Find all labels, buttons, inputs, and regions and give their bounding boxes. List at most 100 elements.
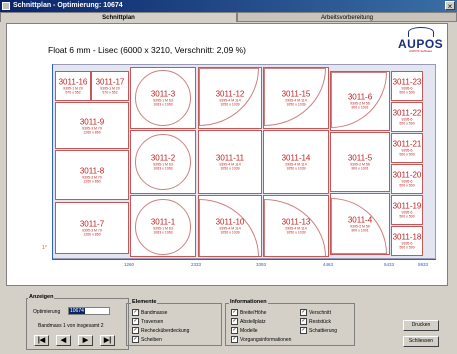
check-icon: ✓ (132, 318, 139, 325)
piece-dim: 1050 x 1039 (220, 166, 240, 171)
piece-id: 3011-6 (347, 92, 373, 102)
x-tick: 2333 (191, 262, 202, 267)
check-icon: ✓ (231, 336, 238, 343)
piece-3011-9[interactable]: 3011-9 9395-3 M 79 1260 x 860 (55, 102, 129, 149)
close-icon[interactable]: × (445, 1, 455, 11)
piece-3011-18[interactable]: 3011-18 9395-6 500 x 500 (391, 226, 423, 256)
piece-id: 3011-2 (150, 153, 176, 163)
checkbox-label: Rechecküberdeckung (141, 327, 190, 334)
print-button[interactable]: Drucken (403, 320, 439, 331)
piece-3011-17[interactable]: 3011-17 9395-1 M 20 570 x 552 (91, 71, 129, 101)
checkbox-breite-hoehe[interactable]: ✓ Breite/Höhe (231, 309, 266, 316)
piece-3011-12[interactable]: 3011-12 9395-4 M 114 1050 x 1039 (198, 67, 262, 129)
x-tick: 3393 (256, 262, 267, 267)
piece-id: 3011-4 (347, 215, 373, 225)
piece-id: 3011-13 (281, 217, 311, 227)
nav-next-button[interactable]: ▶ (78, 335, 93, 346)
checkbox-reststueck[interactable]: ✓ Reststück (300, 318, 331, 325)
piece-dim: 500 x 500 (399, 152, 415, 157)
piece-id: 3011-1 (150, 217, 176, 227)
piece-3011-15[interactable]: 3011-15 9395-4 M 114 1050 x 1039 (263, 67, 329, 129)
piece-3011-2[interactable]: 3011-2 9395-1 M 63 1063 x 1063 (130, 130, 196, 194)
close-button[interactable]: Schliessen (403, 336, 439, 347)
piece-dim: 500 x 500 (399, 245, 415, 250)
piece-3011-19[interactable]: 3011-19 9395-6 500 x 500 (391, 195, 423, 225)
nav-last-button[interactable]: ▶| (100, 335, 115, 346)
piece-3011-23[interactable]: 3011-23 9395-6 500 x 500 (391, 71, 423, 101)
piece-dim: 1063 x 1063 (153, 230, 173, 235)
anzeigen-label: Anzeigen (28, 294, 55, 300)
piece-dim: 570 x 552 (102, 90, 118, 95)
piece-3011-22[interactable]: 3011-22 9395-6 500 x 500 (391, 102, 423, 132)
piece-id: 3011-19 (392, 201, 422, 211)
nav-first-button[interactable]: |◀ (34, 335, 49, 346)
piece-3011-20[interactable]: 3011-20 9395-6 500 x 500 (391, 164, 423, 194)
nav-prev-button[interactable]: ◀ (56, 335, 71, 346)
window-title: Schnittplan - Optimierung: 10674 (13, 2, 123, 9)
logo-arc (408, 27, 434, 37)
checkbox-label: Scheiben (141, 336, 162, 343)
angle-marker: 1° (42, 245, 47, 251)
check-icon: ✓ (300, 318, 307, 325)
check-icon: ✓ (300, 309, 307, 316)
piece-id: 3011-11 (215, 153, 245, 163)
tab-arbeitsvorbereitung[interactable]: Arbeitsvorbereitung (237, 12, 457, 22)
x-tick: 4463 (323, 262, 334, 267)
checkbox-label: Breite/Höhe (240, 309, 267, 316)
elemente-label: Elemente (131, 299, 158, 305)
x-tick: 5433 (384, 262, 395, 267)
piece-3011-4[interactable]: 3011-4 9395-2 M 56 900 x 1001 (330, 193, 390, 255)
piece-3011-13[interactable]: 3011-13 9395-4 M 114 1050 x 1039 (263, 195, 329, 257)
piece-3011-7[interactable]: 3011-7 9395-3 M 79 1260 x 860 (55, 202, 129, 254)
piece-3011-16[interactable]: 3011-16 9395-1 M 20 570 x 552 (55, 71, 91, 101)
check-icon: ✓ (300, 327, 307, 334)
checkbox-vorgangsinformationen[interactable]: ✓ Vorgangsinformationen (231, 336, 291, 343)
y-axis-line (52, 64, 53, 260)
checkbox-abstellplatz[interactable]: ✓ Abstellplatz (231, 318, 266, 325)
x-tick: 5933 (418, 262, 429, 267)
checkbox-rechteck[interactable]: ✓ Rechecküberdeckung (132, 327, 189, 334)
piece-dim: 500 x 500 (399, 214, 415, 219)
piece-dim: 900 x 1001 (351, 105, 369, 110)
checkbox-label: Vorgangsinformationen (240, 336, 292, 343)
piece-3011-8[interactable]: 3011-8 9395-3 M 79 1260 x 860 (55, 150, 129, 200)
piece-id: 3011-16 (58, 77, 88, 87)
checkbox-scheiben[interactable]: ✓ Scheiben (132, 336, 162, 343)
informationen-label: Informationen (229, 299, 268, 305)
plan-title: Float 6 mm - Lisec (6000 x 3210, Verschn… (48, 45, 246, 55)
x-axis-line (52, 259, 436, 260)
checkbox-verschnitt[interactable]: ✓ Verschnitt (300, 309, 331, 316)
optimierung-value: 10674 (69, 308, 85, 314)
optimierung-input[interactable]: 10674 (68, 307, 110, 315)
piece-3011-11[interactable]: 3011-11 9395-4 M 114 1050 x 1039 (198, 130, 262, 194)
piece-id: 3011-12 (215, 89, 245, 99)
piece-3011-3[interactable]: 3011-3 9395-1 M 63 1063 x 1063 (130, 67, 196, 129)
piece-dim: 1050 x 1039 (286, 166, 306, 171)
bandmass-text: Bandmass 1 von insgesamt 2 (38, 323, 104, 329)
piece-3011-10[interactable]: 3011-10 9395-4 M 114 1050 x 1039 (198, 195, 262, 257)
piece-dim: 1063 x 1063 (153, 166, 173, 171)
piece-3011-14[interactable]: 3011-14 9395-4 M 114 1050 x 1039 (263, 130, 329, 194)
glass-sheet: 3011-16 9395-1 M 20 570 x 552 3011-17 9395-… (52, 64, 436, 259)
piece-3011-1[interactable]: 3011-1 9395-1 M 63 1063 x 1063 (130, 195, 196, 257)
piece-3011-5[interactable]: 3011-5 9395-2 M 56 900 x 1001 (330, 132, 390, 192)
checkbox-modelle[interactable]: ✓ Modelle (231, 327, 258, 334)
piece-dim: 570 x 552 (65, 90, 81, 95)
checkbox-schattierung[interactable]: ✓ Schattierung (300, 327, 337, 334)
piece-id: 3011-9 (79, 117, 105, 126)
piece-dim: 900 x 1001 (351, 166, 369, 171)
checkbox-label: Traversen (141, 318, 164, 325)
piece-id: 3011-18 (392, 232, 422, 242)
checkbox-bandmasse[interactable]: ✓ Bandmasse (132, 309, 167, 316)
piece-3011-6[interactable]: 3011-6 9395-2 M 56 900 x 1001 (330, 71, 390, 131)
piece-id: 3011-15 (281, 89, 311, 99)
checkbox-label: Reststück (309, 318, 331, 325)
tab-schnittplan[interactable]: Schnittplan (0, 12, 237, 22)
piece-id: 3011-21 (392, 139, 422, 149)
piece-id: 3011-23 (392, 77, 422, 87)
checkbox-traversen[interactable]: ✓ Traversen (132, 318, 163, 325)
optimierung-label: Optimierung (33, 309, 61, 315)
piece-dim: 1050 x 1039 (220, 102, 240, 107)
piece-id: 3011-22 (392, 108, 422, 118)
piece-3011-21[interactable]: 3011-21 9395-6 500 x 500 (391, 133, 423, 163)
